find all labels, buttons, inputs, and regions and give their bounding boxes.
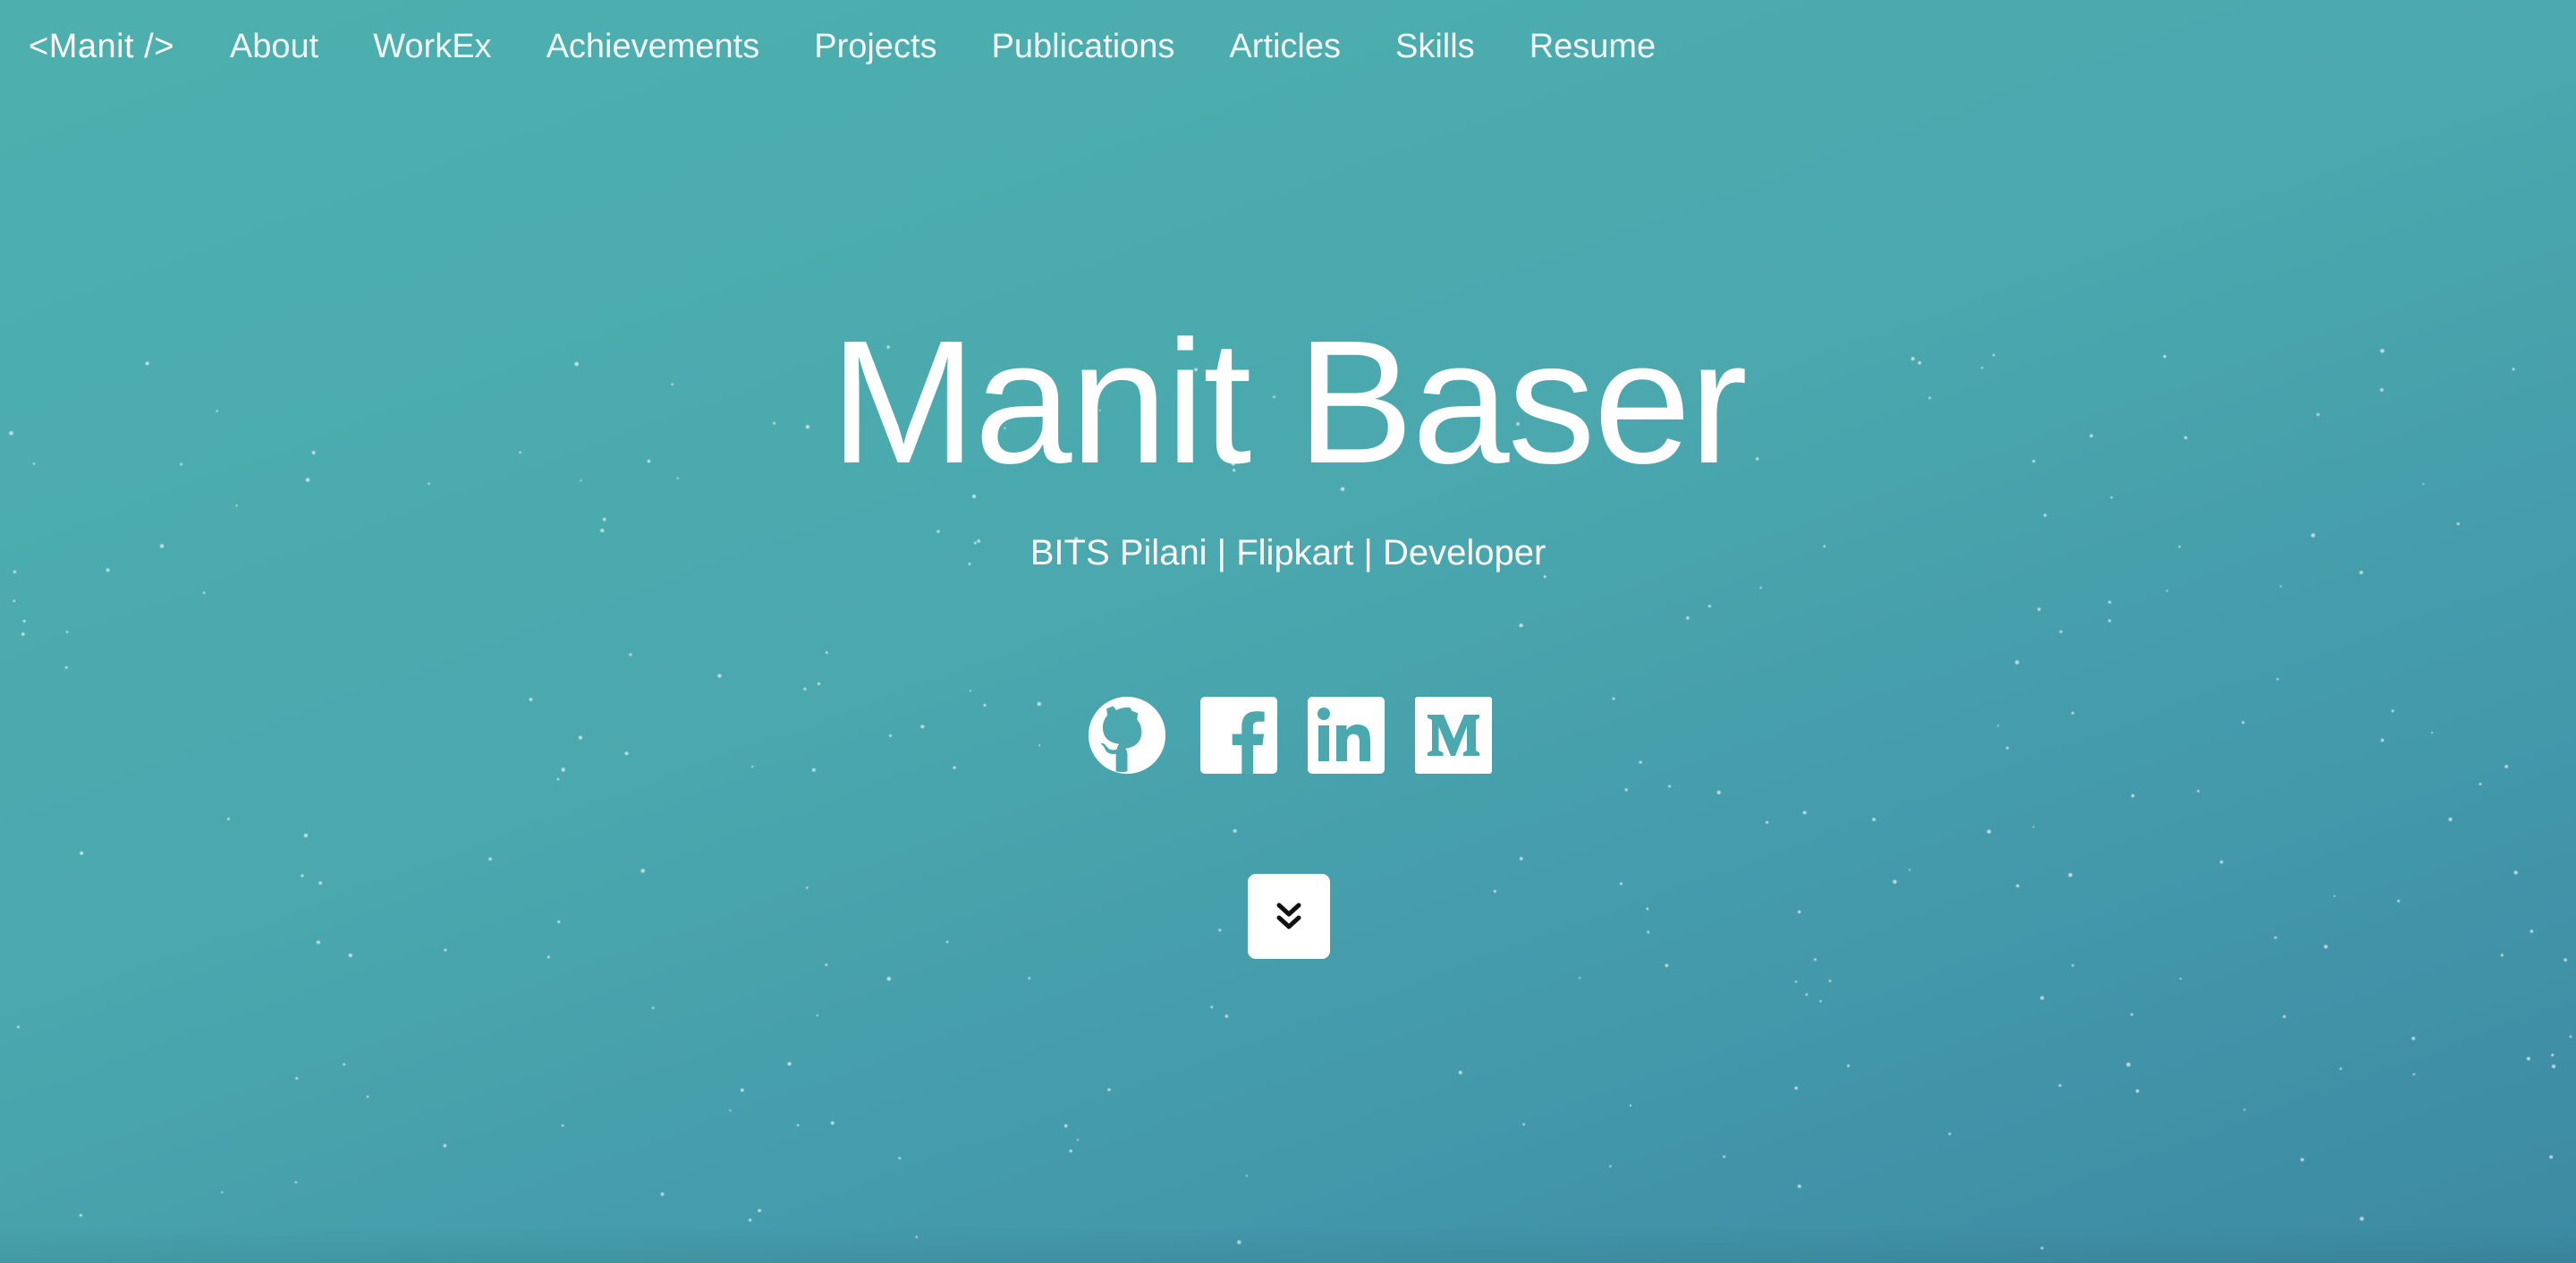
linkedin-icon xyxy=(1308,697,1385,774)
github-icon xyxy=(1088,696,1166,775)
hero-section: Manit Baser BITS Pilani | Flipkart | Dev… xyxy=(0,0,2576,1263)
facebook-link[interactable] xyxy=(1200,696,1277,775)
medium-link[interactable] xyxy=(1415,696,1492,775)
medium-icon xyxy=(1415,697,1492,774)
scroll-down-button[interactable] xyxy=(1248,874,1330,959)
github-link[interactable] xyxy=(1084,696,1170,775)
linkedin-link[interactable] xyxy=(1308,696,1385,775)
hero-subtitle: BITS Pilani | Flipkart | Developer xyxy=(1030,533,1546,572)
double-chevron-down-icon xyxy=(1276,903,1301,928)
facebook-icon xyxy=(1200,697,1277,774)
hero-title: Manit Baser xyxy=(830,304,1748,500)
